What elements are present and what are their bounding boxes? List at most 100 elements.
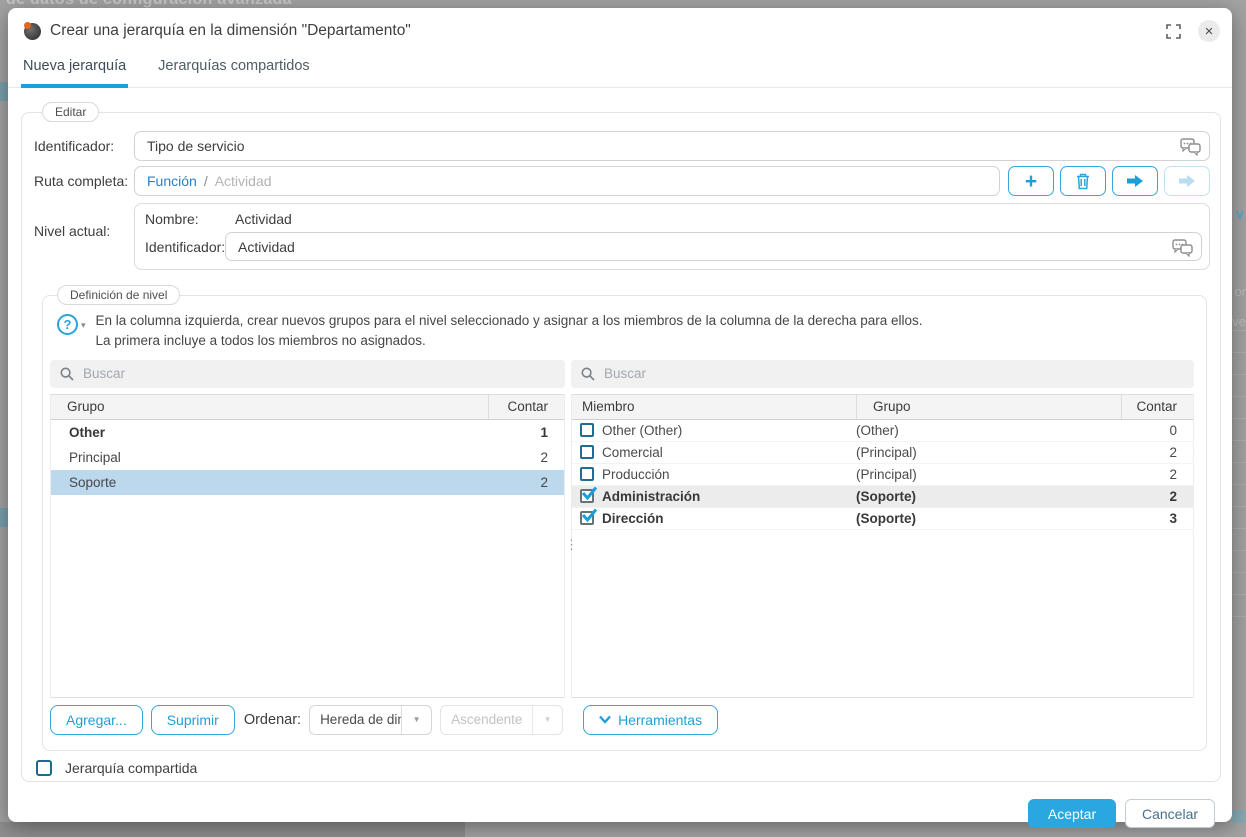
translate-icon[interactable] [1180, 137, 1201, 161]
arrow-right-disabled-icon [1178, 174, 1196, 188]
help-line-1: En la columna izquierda, crear nuevos gr… [96, 311, 923, 331]
identifier-input[interactable] [135, 138, 1209, 154]
group-name: Principal [51, 450, 488, 465]
member-checkbox-unchecked[interactable] [580, 467, 594, 481]
member-checkbox-unchecked[interactable] [580, 445, 594, 459]
help-row: ? ▾ En la columna izquierda, crear nuevo… [57, 311, 1192, 352]
groups-grid-body: Other 1 Principal 2 Soporte 2 [51, 420, 564, 698]
member-count: 2 [1121, 489, 1193, 504]
column-header-grupo[interactable]: Grupo [856, 395, 1121, 419]
tools-button[interactable]: Herramientas [583, 705, 718, 735]
sort-direction-select: Ascendente ▼ [440, 705, 563, 735]
column-header-grupo[interactable]: Grupo [51, 395, 488, 419]
background-teal-fragment [1232, 810, 1246, 823]
search-icon [60, 367, 74, 381]
member-group: (Soporte) [856, 511, 1121, 526]
chevron-down-icon: ▼ [532, 706, 562, 734]
column-header-miembro[interactable]: Miembro [572, 395, 856, 419]
shared-hierarchy-checkbox[interactable] [36, 760, 52, 776]
group-row-soporte[interactable]: Soporte 2 [51, 470, 564, 495]
level-identifier-field-wrap [225, 232, 1202, 261]
member-row-produccion[interactable]: Producción (Principal) 2 [572, 464, 1193, 486]
member-count: 2 [1121, 467, 1193, 482]
groups-search [50, 360, 565, 388]
groups-panel: Grupo Contar Other 1 Principal 2 [50, 360, 565, 698]
arrow-right-icon [1126, 174, 1144, 188]
path-breadcrumb-field[interactable]: Función / Actividad [134, 166, 1000, 196]
member-name: Administración [602, 489, 700, 504]
close-icon[interactable]: × [1198, 20, 1220, 42]
help-text: En la columna izquierda, crear nuevos gr… [96, 311, 923, 352]
tab-jerarquias-compartidos[interactable]: Jerarquías compartidos [156, 49, 312, 88]
background-text-fragment: or [1234, 284, 1246, 299]
group-name: Soporte [51, 475, 488, 490]
members-panel: Miembro Grupo Contar Other (Other) (Othe… [571, 360, 1194, 698]
group-name: Other [51, 425, 488, 440]
sort-mode-select[interactable]: Hereda de dim ▼ [309, 705, 432, 735]
current-level-row: Nivel actual: Nombre: Actividad Identifi… [34, 203, 1210, 270]
path-level-placeholder: Actividad [215, 173, 272, 189]
member-name: Comercial [602, 445, 663, 460]
translate-icon[interactable] [1172, 238, 1193, 260]
plus-icon: + [1025, 171, 1037, 192]
group-count: 2 [488, 450, 564, 465]
level-identifier-row: Identificador: [145, 232, 1202, 261]
level-name-value: Actividad [225, 211, 292, 227]
help-line-2: La primera incluye a todos los miembros … [96, 331, 923, 351]
level-name-label: Nombre: [145, 211, 225, 227]
path-level-funcion-link[interactable]: Función [147, 173, 197, 189]
delete-level-button[interactable] [1060, 166, 1106, 196]
member-row-direccion[interactable]: Dirección (Soporte) 3 [572, 508, 1193, 530]
column-header-contar[interactable]: Contar [488, 395, 564, 419]
member-checkbox-checked[interactable] [580, 511, 594, 525]
member-row-other[interactable]: Other (Other) (Other) 0 [572, 420, 1193, 442]
column-header-contar[interactable]: Contar [1121, 395, 1193, 419]
group-row-other[interactable]: Other 1 [51, 420, 564, 445]
member-name: Dirección [602, 511, 664, 526]
add-level-button[interactable]: + [1008, 166, 1054, 196]
path-separator: / [204, 173, 208, 189]
members-search-input[interactable] [604, 366, 1184, 381]
move-level-right-button[interactable] [1112, 166, 1158, 196]
level-toolbar: Agregar... Suprimir Ordenar: Hereda de d… [50, 705, 1194, 735]
member-checkbox-unchecked[interactable] [580, 423, 594, 437]
tab-nueva-jerarquia[interactable]: Nueva jerarquía [21, 49, 128, 88]
groups-grid: Grupo Contar Other 1 Principal 2 [50, 394, 565, 698]
edit-fieldset: Editar Identificador: Ruta comple [21, 112, 1221, 782]
member-checkbox-checked[interactable] [580, 489, 594, 503]
path-action-buttons: + [1008, 166, 1210, 196]
dialog-tabs: Nueva jerarquía Jerarquías compartidos [8, 49, 1232, 88]
help-dropdown-button[interactable]: ? ▾ [57, 311, 86, 352]
member-group: (Soporte) [856, 489, 1121, 504]
current-level-label: Nivel actual: [34, 203, 134, 239]
delete-group-button[interactable]: Suprimir [151, 705, 235, 735]
level-name-row: Nombre: Actividad [145, 211, 1202, 227]
maximize-icon[interactable] [1164, 22, 1182, 40]
accept-button[interactable]: Aceptar [1028, 799, 1116, 828]
dialog-titlebar: Crear una jerarquía en la dimensión "Dep… [8, 8, 1232, 44]
shared-hierarchy-row: Jerarquía compartida [36, 760, 1220, 776]
dialog-title: Crear una jerarquía en la dimensión "Dep… [50, 22, 1164, 40]
close-glyph: × [1205, 24, 1214, 39]
chevron-down-icon: ▼ [401, 706, 431, 734]
groups-search-input[interactable] [83, 366, 555, 381]
dialog-footer: Aceptar Cancelar [8, 799, 1232, 828]
level-definition-legend: Definición de nivel [57, 285, 180, 305]
add-group-button[interactable]: Agregar... [50, 705, 143, 735]
chevron-down-icon: ▾ [81, 314, 86, 331]
check-icon [581, 508, 598, 524]
member-group: (Principal) [856, 445, 1121, 460]
create-hierarchy-dialog: Crear una jerarquía en la dimensión "Dep… [8, 8, 1232, 822]
member-row-comercial[interactable]: Comercial (Principal) 2 [572, 442, 1193, 464]
edit-legend: Editar [42, 102, 99, 122]
identifier-row: Identificador: [34, 131, 1210, 161]
member-group: (Principal) [856, 467, 1121, 482]
chevron-down-icon [599, 715, 611, 724]
group-row-principal[interactable]: Principal 2 [51, 445, 564, 470]
panel-splitter-handle[interactable]: ⋮ [565, 542, 571, 549]
member-row-administracion[interactable]: Administración (Soporte) 2 [572, 486, 1193, 508]
cancel-button[interactable]: Cancelar [1125, 799, 1215, 828]
member-count: 0 [1121, 423, 1193, 438]
level-identifier-label: Identificador: [145, 239, 225, 255]
level-identifier-input[interactable] [226, 239, 1201, 255]
